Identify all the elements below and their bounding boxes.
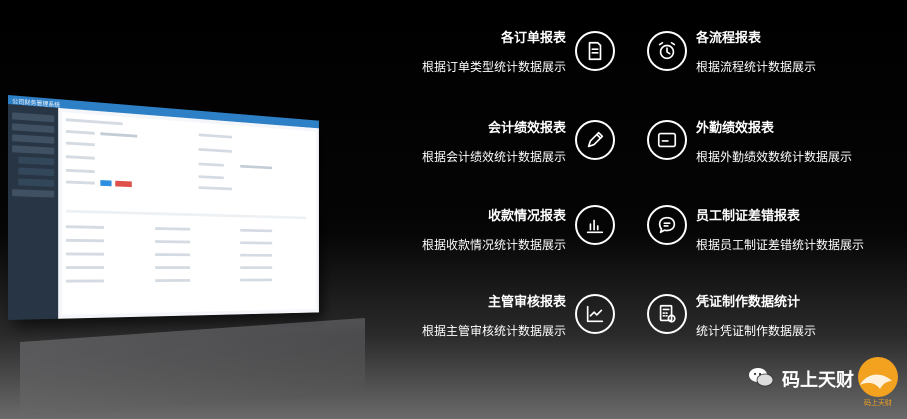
feature-field-report: 外勤绩效报表 根据外勤绩效数统计数据展示 xyxy=(696,112,896,172)
line-chart-icon xyxy=(575,294,615,334)
sidebar-subitem xyxy=(18,167,55,177)
app-screenshot: 公司财务管理系统 xyxy=(8,95,368,335)
sidebar-item xyxy=(12,145,55,155)
feature-title: 凭证制作数据统计 xyxy=(696,295,801,310)
feature-title: 会计绩效报表 xyxy=(487,121,566,136)
feature-title: 外勤绩效报表 xyxy=(696,121,775,136)
app-form xyxy=(62,112,316,315)
red-button xyxy=(115,180,132,188)
brand-logo: 码上天财 xyxy=(838,355,904,413)
feature-title: 各流程报表 xyxy=(696,31,762,46)
blue-button xyxy=(100,180,112,187)
card-icon xyxy=(647,120,687,160)
feature-desc: 根据外勤绩效数统计数据展示 xyxy=(696,150,853,164)
app-sidebar xyxy=(8,104,59,320)
document-icon xyxy=(575,31,615,71)
feature-desc: 根据主管审核统计数据展示 xyxy=(421,324,566,338)
calculator-icon xyxy=(647,294,687,334)
feature-desc: 根据员工制证差错统计数据展示 xyxy=(696,238,865,252)
chat-icon xyxy=(647,205,687,245)
feature-desc: 根据会计绩效统计数据展示 xyxy=(421,150,566,164)
sidebar-item xyxy=(12,189,55,198)
feature-title: 各订单报表 xyxy=(500,31,566,46)
wechat-icon xyxy=(748,366,774,392)
pencil-icon xyxy=(575,120,615,160)
sidebar-item xyxy=(12,112,55,123)
feature-collection-report: 收款情况报表 根据收款情况统计数据展示 xyxy=(380,200,566,260)
feature-desc: 统计凭证制作数据展示 xyxy=(696,324,817,338)
feature-accounting-report: 会计绩效报表 根据会计绩效统计数据展示 xyxy=(380,112,566,172)
feature-title: 主管审核报表 xyxy=(487,295,566,310)
feature-title: 员工制证差错报表 xyxy=(696,209,801,224)
feature-process-report: 各流程报表 根据流程统计数据展示 xyxy=(696,22,896,82)
sidebar-subitem xyxy=(18,156,55,166)
feature-desc: 根据收款情况统计数据展示 xyxy=(421,238,566,252)
feature-order-report: 各订单报表 根据订单类型统计数据展示 xyxy=(380,22,566,82)
feature-desc: 根据订单类型统计数据展示 xyxy=(421,60,566,74)
feature-desc: 根据流程统计数据展示 xyxy=(696,60,817,74)
feature-review-report: 主管审核报表 根据主管审核统计数据展示 xyxy=(380,286,566,346)
app-window: 公司财务管理系统 xyxy=(8,95,319,320)
sidebar-item xyxy=(12,123,55,134)
bar-chart-icon xyxy=(575,205,615,245)
logo-text: 码上天财 xyxy=(864,398,892,407)
sidebar-item xyxy=(12,134,55,144)
feature-title: 收款情况报表 xyxy=(487,209,566,224)
feature-error-report: 员工制证差错报表 根据员工制证差错统计数据展示 xyxy=(696,200,901,260)
alarm-clock-icon xyxy=(647,31,687,71)
feature-voucher-stats: 凭证制作数据统计 统计凭证制作数据展示 xyxy=(696,286,896,346)
sidebar-subitem xyxy=(18,178,55,187)
